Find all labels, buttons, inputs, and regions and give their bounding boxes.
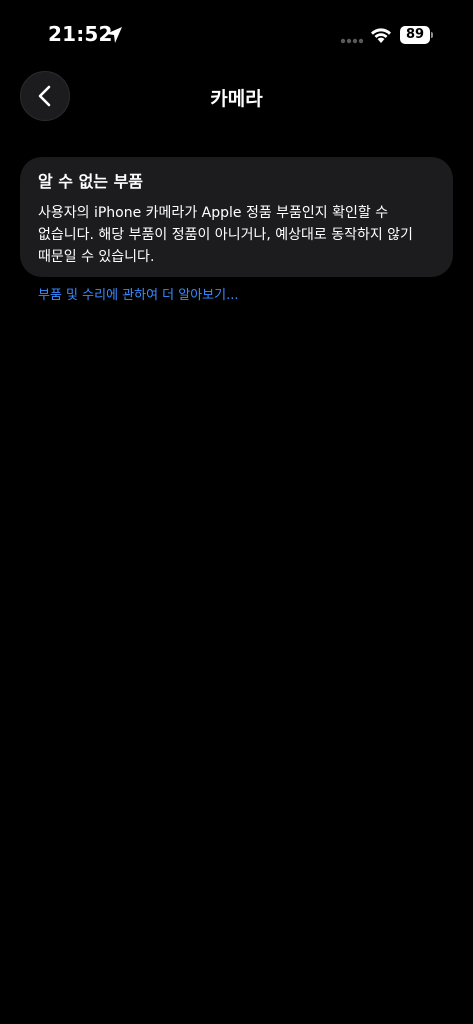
location-arrow-icon bbox=[106, 27, 122, 43]
card-body: 사용자의 iPhone 카메라가 Apple 정품 부품인지 확인할 수 없습니… bbox=[38, 202, 435, 268]
card-body-line: 사용자의 iPhone 카메라가 Apple 정품 부품인지 확인할 수 bbox=[38, 205, 389, 221]
status-time: 21:52 bbox=[48, 22, 113, 46]
learn-more-link[interactable]: 부품 및 수리에 관하여 더 알아보기... bbox=[38, 287, 239, 305]
battery-tip bbox=[431, 32, 433, 38]
card-body-line: 때문일 수 있습니다. bbox=[38, 249, 155, 265]
page-title: 카메라 bbox=[210, 88, 263, 110]
status-bar: 21:52 89 bbox=[0, 0, 473, 60]
card-title: 알 수 없는 부품 bbox=[38, 172, 144, 191]
battery-level: 89 bbox=[405, 27, 425, 42]
wifi-icon bbox=[371, 28, 391, 43]
card-body-line: 없습니다. 해당 부품이 정품이 아니거나, 예상대로 동작하지 않기 bbox=[38, 227, 413, 243]
battery-icon: 89 bbox=[400, 26, 430, 44]
unknown-part-card: 알 수 없는 부품 사용자의 iPhone 카메라가 Apple 정품 부품인지… bbox=[20, 157, 453, 277]
cellular-signal-icon bbox=[340, 38, 364, 44]
